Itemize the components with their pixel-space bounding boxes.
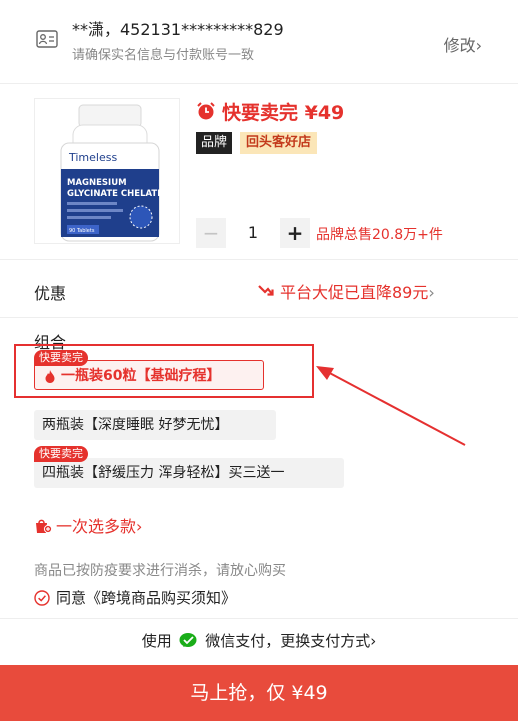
wechat-pay-icon xyxy=(179,633,196,647)
chevron-right-icon: › xyxy=(136,517,143,536)
image-line1-text: MAGNESIUM xyxy=(67,178,127,188)
store-tag: 回头客好店 xyxy=(240,132,318,154)
agreement-row[interactable]: 同意《跨境商品购买须知》 xyxy=(34,587,236,608)
multi-select-link[interactable]: 一次选多款› xyxy=(34,513,142,537)
shopping-bag-icon xyxy=(36,519,52,534)
discount-value: 平台大促已直降89元› xyxy=(280,279,435,303)
identity-row[interactable]: **潇，452131*********829 请确保实名信息与付款账号一致 修改… xyxy=(0,0,518,84)
identity-name: **潇，452131*********829 xyxy=(72,20,284,39)
payment-method: 微信支付，更换支付方式 xyxy=(205,632,371,650)
modify-button[interactable]: 修改› xyxy=(444,32,482,56)
alarm-clock-icon xyxy=(197,102,215,120)
annotation-highlight-box xyxy=(14,344,314,398)
image-brand-text: Timeless xyxy=(68,151,117,164)
chevron-right-icon: › xyxy=(428,283,435,302)
payment-prefix: 使用 xyxy=(141,632,172,650)
payment-method-row[interactable]: 使用 微信支付，更换支付方式› xyxy=(0,630,518,651)
brand-tag: 品牌 xyxy=(196,132,233,154)
identity-hint: 请确保实名信息与付款账号一致 xyxy=(72,48,255,63)
discount-arrow-icon xyxy=(258,285,274,296)
agreement-text: 同意《跨境商品购买须知》 xyxy=(56,589,237,607)
discount-row[interactable]: 优惠 平台大促已直降89元› xyxy=(0,262,518,318)
discount-label: 优惠 xyxy=(34,284,67,303)
modify-label: 修改 xyxy=(443,36,476,55)
quantity-value[interactable]: 1 xyxy=(232,218,274,248)
multi-select-label: 一次选多款 xyxy=(56,517,137,536)
disinfection-notice: 商品已按防疫要求进行消杀，请放心购买 xyxy=(34,563,286,579)
increase-button[interactable]: + xyxy=(280,218,310,248)
total-sold-text: 品牌总售20.8万+件 xyxy=(316,227,443,243)
combo-option-3[interactable]: 四瓶装【舒缓压力 浑身轻松】买三送一 xyxy=(34,458,344,488)
product-price-title: 快要卖完 ¥49 xyxy=(222,102,345,124)
annotation-arrow-icon xyxy=(316,366,466,446)
combo-option-2-label: 两瓶装【深度睡眠 好梦无忧】 xyxy=(42,417,229,433)
id-card-icon xyxy=(36,30,58,48)
combo-option-3-label: 四瓶装【舒缓压力 浑身轻松】买三送一 xyxy=(42,465,285,481)
image-line2-text: GLYCINATE CHELATE xyxy=(67,189,163,199)
sell-out-badge: 快要卖完 xyxy=(34,446,88,462)
combo-option-2[interactable]: 两瓶装【深度睡眠 好梦无忧】 xyxy=(34,410,276,440)
image-count-text: 90 Tablets xyxy=(69,228,95,234)
product-image[interactable]: Timeless MAGNESIUM GLYCINATE CHELATE 90 … xyxy=(34,98,180,244)
chevron-right-icon: › xyxy=(370,632,377,650)
discount-value-text: 平台大促已直降89元 xyxy=(280,283,429,302)
buy-now-button[interactable]: 马上抢，仅 ¥49 xyxy=(0,665,518,721)
divider xyxy=(0,618,518,619)
decrease-button[interactable]: − xyxy=(196,218,226,248)
chevron-right-icon: › xyxy=(475,36,482,55)
product-row: Timeless MAGNESIUM GLYCINATE CHELATE 90 … xyxy=(0,84,518,260)
check-circle-icon[interactable] xyxy=(34,590,50,606)
